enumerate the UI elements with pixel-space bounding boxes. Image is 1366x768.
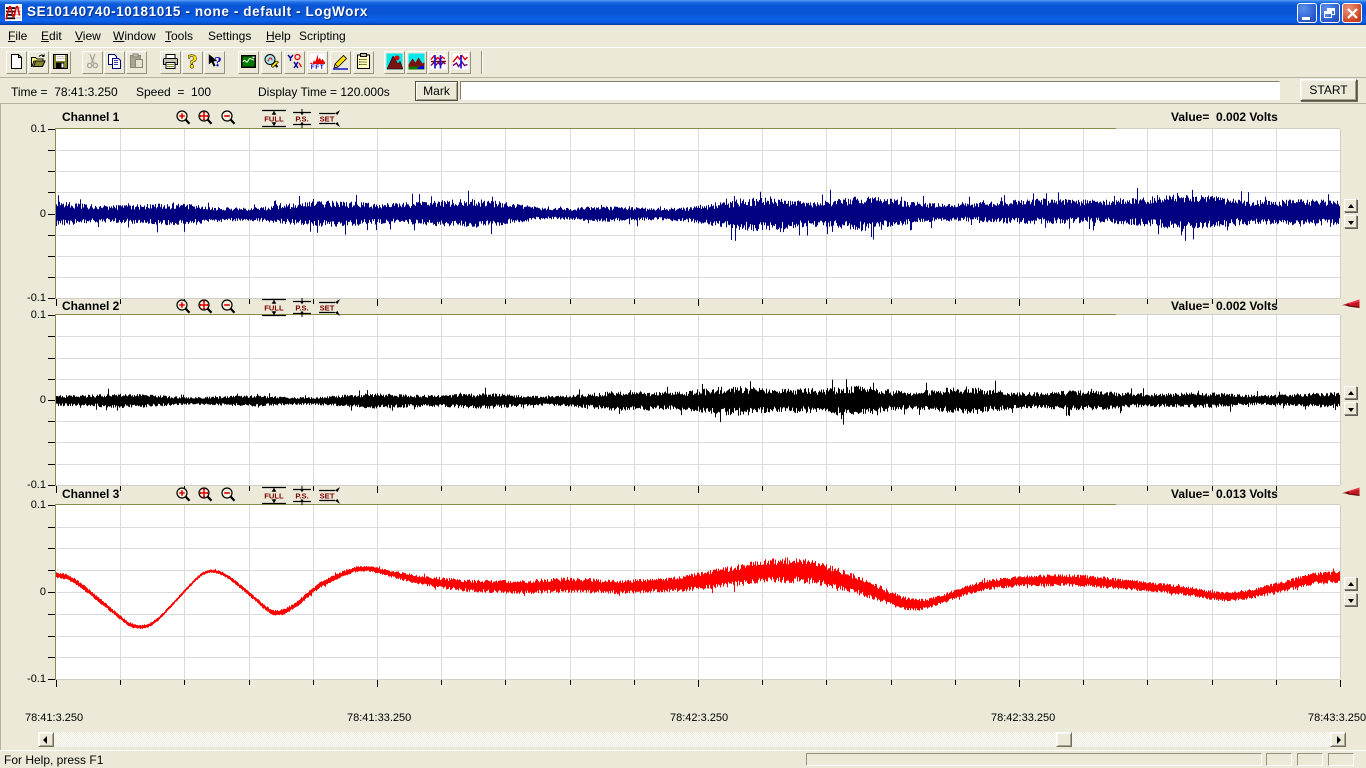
svg-text:P.S.: P.S. <box>295 492 308 501</box>
svg-text:SET: SET <box>320 115 335 124</box>
svg-text:FFT: FFT <box>311 64 324 70</box>
svg-text:SET: SET <box>320 304 335 313</box>
svg-text:?: ? <box>214 55 222 71</box>
svg-text:?: ? <box>188 53 198 70</box>
svg-text:P.S.: P.S. <box>295 304 308 313</box>
svg-text:FULL: FULL <box>264 115 284 124</box>
svg-text:P.S.: P.S. <box>295 115 308 124</box>
svg-text:FULL: FULL <box>264 492 284 501</box>
svg-text:SET: SET <box>320 492 335 501</box>
svg-text:FULL: FULL <box>264 304 284 313</box>
